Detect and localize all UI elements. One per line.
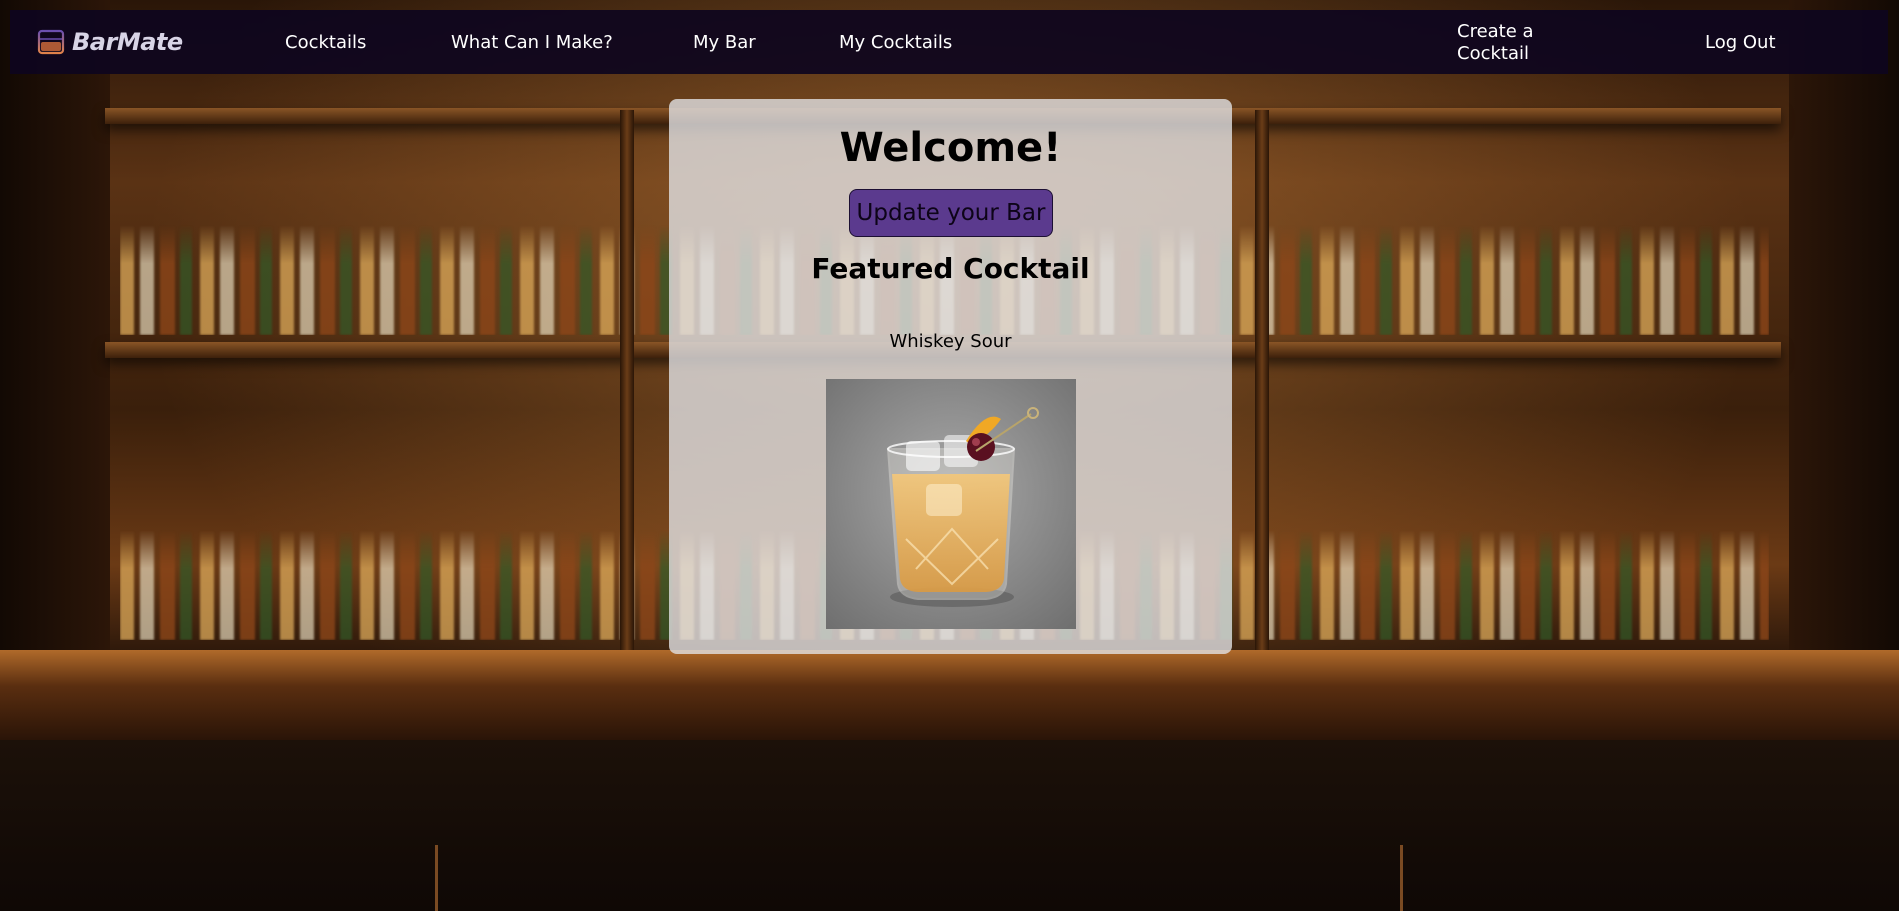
nav-log-out-link[interactable]: Log Out xyxy=(1705,32,1776,54)
top-navbar: BarMate Cocktails What Can I Make? My Ba… xyxy=(10,10,1888,74)
featured-cocktail-heading: Featured Cocktail xyxy=(811,252,1090,285)
nav-cocktails-link[interactable]: Cocktails xyxy=(285,32,366,54)
nav-my-bar-link[interactable]: My Bar xyxy=(693,32,756,54)
update-bar-button[interactable]: Update your Bar xyxy=(849,189,1053,237)
brand-name: BarMate xyxy=(72,28,183,56)
welcome-heading: Welcome! xyxy=(839,125,1062,171)
welcome-card: Welcome! Update your Bar Featured Cockta… xyxy=(669,99,1232,654)
featured-cocktail-name[interactable]: Whiskey Sour xyxy=(669,331,1232,352)
nav-what-can-i-make-link[interactable]: What Can I Make? xyxy=(451,32,613,54)
nav-create-cocktail-link[interactable]: Create a Cocktail xyxy=(1457,21,1567,65)
glass-icon xyxy=(36,27,66,57)
nav-my-cocktails-link[interactable]: My Cocktails xyxy=(839,32,952,54)
featured-cocktail-image[interactable] xyxy=(826,379,1076,629)
brand-logo-link[interactable]: BarMate xyxy=(36,24,183,60)
